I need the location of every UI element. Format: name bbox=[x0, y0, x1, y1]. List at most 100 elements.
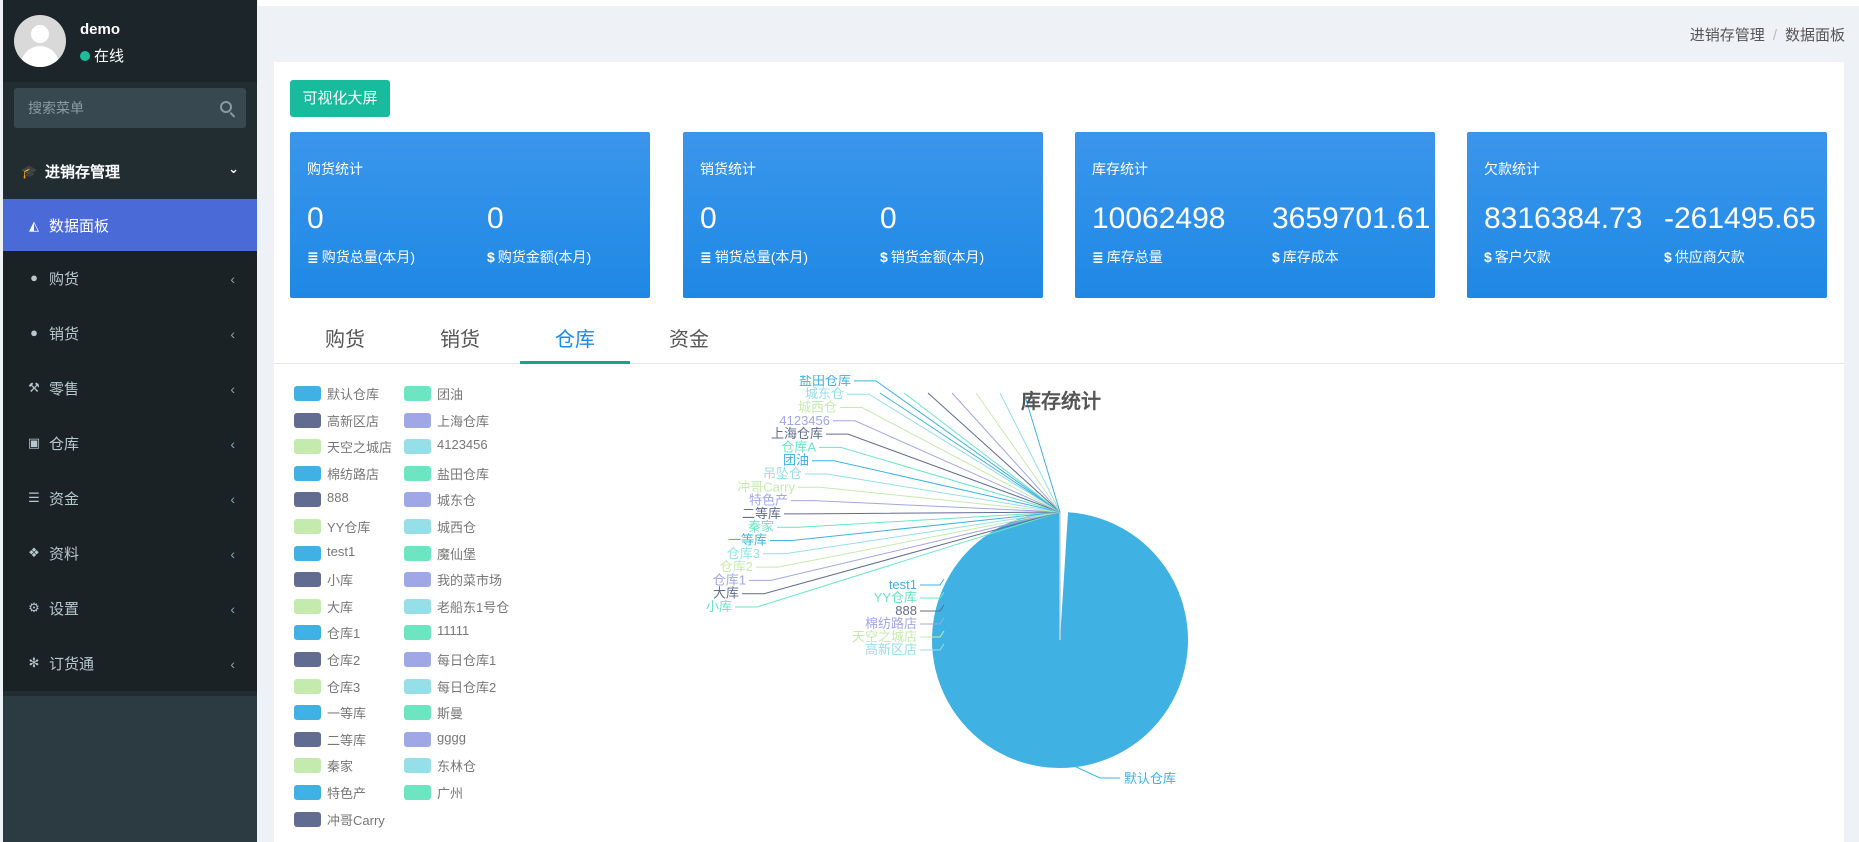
legend-label: test1 bbox=[327, 543, 356, 559]
legend-item[interactable]: 棉纺路店 bbox=[294, 462, 404, 482]
legend-item[interactable]: 斯曼 bbox=[404, 701, 514, 721]
sidebar-item-sales[interactable]: ● 销货 ‹ bbox=[3, 306, 257, 361]
legend-label: 高新区店 bbox=[327, 413, 380, 429]
legend-item[interactable]: 仓库3 bbox=[294, 675, 404, 695]
legend-swatch bbox=[294, 652, 321, 667]
legend-item[interactable]: 888 bbox=[294, 488, 404, 508]
legend-swatch bbox=[294, 811, 321, 827]
sidebar-item-funds[interactable]: ☰ 资金 ‹ bbox=[3, 471, 257, 526]
pie-label: 仓库A bbox=[781, 439, 816, 454]
tab-sales[interactable]: 销货 bbox=[405, 324, 515, 364]
gavel-icon: ⚒ bbox=[28, 380, 40, 395]
legend-label: gggg bbox=[437, 729, 466, 745]
menu-search bbox=[14, 88, 246, 128]
sidebar-item-label: 销货 bbox=[49, 326, 80, 343]
sidebar-item-ordering[interactable]: ✻ 订货通 ‹ bbox=[3, 636, 257, 691]
tab-funds[interactable]: 资金 bbox=[634, 324, 744, 364]
legend-item[interactable]: 仓库1 bbox=[294, 621, 404, 641]
legend-item[interactable]: 魔仙堡 bbox=[404, 542, 514, 562]
legend-item[interactable]: 每日仓库2 bbox=[404, 675, 514, 695]
menu-search-input[interactable] bbox=[14, 88, 204, 128]
legend-item[interactable]: 11111 bbox=[404, 621, 514, 641]
legend-label: 广州 bbox=[437, 786, 464, 801]
legend-item[interactable]: gggg bbox=[404, 728, 514, 748]
legend-item[interactable]: 老船东1号仓 bbox=[404, 595, 514, 615]
database-icon: ▣ bbox=[27, 435, 41, 450]
legend-label: 仓库1 bbox=[327, 626, 361, 642]
pie-label: 团油 bbox=[783, 453, 809, 468]
legend-item[interactable]: 东林仓 bbox=[404, 754, 514, 774]
legend-item[interactable]: 小库 bbox=[294, 568, 404, 588]
pie-label: 一等库 bbox=[728, 533, 767, 548]
legend-label: 东林仓 bbox=[437, 759, 477, 775]
legend-item[interactable]: 默认仓库 bbox=[294, 382, 404, 402]
sidebar-item-dashboard[interactable]: ◭ 数据面板 bbox=[3, 199, 257, 251]
legend-item[interactable]: test1 bbox=[294, 542, 404, 562]
legend-label: 团油 bbox=[437, 387, 464, 402]
legend-swatch bbox=[294, 731, 321, 747]
legend-swatch bbox=[294, 465, 321, 481]
legend-item[interactable]: 盐田仓库 bbox=[404, 462, 514, 482]
callout-line bbox=[1071, 764, 1120, 779]
legend-swatch bbox=[404, 625, 431, 641]
yelp-icon: ✻ bbox=[28, 655, 40, 670]
legend-item[interactable]: 二等库 bbox=[294, 728, 404, 748]
sidebar-item-label: 购货 bbox=[49, 271, 80, 288]
tab-purchase[interactable]: 购货 bbox=[290, 324, 400, 364]
callout-line bbox=[791, 500, 1061, 513]
legend-item[interactable]: 天空之城店 bbox=[294, 435, 404, 455]
sidebar-item-label: 订货通 bbox=[49, 656, 95, 673]
chevron-left-icon: ‹ bbox=[230, 381, 235, 397]
chevron-left-icon: ‹ bbox=[230, 546, 235, 562]
menu-group-label: 进销存管理 bbox=[45, 164, 121, 181]
legend-item[interactable]: 特色产 bbox=[294, 781, 404, 801]
visual-screen-button[interactable]: 可视化大屏 bbox=[290, 80, 390, 117]
legend-swatch bbox=[294, 598, 321, 614]
legend-label: 特色产 bbox=[327, 786, 367, 801]
legend-item[interactable]: 我的菜市场 bbox=[404, 568, 514, 588]
tab-warehouse[interactable]: 仓库 bbox=[520, 324, 630, 364]
legend-item[interactable]: 城西仓 bbox=[404, 515, 514, 535]
sidebar-item-purchase[interactable]: ● 购货 ‹ bbox=[3, 251, 257, 306]
callout-line bbox=[920, 578, 945, 586]
database-icon: ≣ bbox=[307, 249, 319, 265]
legend-item[interactable]: 城东仓 bbox=[404, 488, 514, 508]
legend-item[interactable]: 冲哥Carry bbox=[294, 808, 404, 828]
legend-item[interactable]: 一等库 bbox=[294, 701, 404, 721]
pie-label-default-warehouse: 默认仓库 bbox=[1124, 771, 1176, 786]
legend-swatch bbox=[404, 545, 431, 561]
legend-swatch bbox=[404, 705, 431, 721]
card-label: ≣ 购货总量(本月) bbox=[307, 249, 416, 265]
sidebar-item-settings[interactable]: ⚙ 设置 ‹ bbox=[3, 581, 257, 636]
sidebar-item-warehouse[interactable]: ▣ 仓库 ‹ bbox=[3, 416, 257, 471]
sidebar-menu: ◭ 数据面板 ● 购货 ‹ ● 销货 ‹ ⚒ 零售 ‹ ▣ 仓库 ‹ ☰ 资金 … bbox=[3, 199, 257, 691]
menu-group-header[interactable]: 🎓 进销存管理 ⌄ bbox=[3, 145, 257, 197]
search-icon[interactable] bbox=[220, 101, 232, 113]
user-panel: demo 在线 bbox=[3, 0, 257, 82]
pie-label: 小库 bbox=[706, 599, 732, 614]
legend-item[interactable]: YY仓库 bbox=[294, 515, 404, 535]
sidebar-item-data[interactable]: ❖ 资料 ‹ bbox=[3, 526, 257, 581]
debt-stats-card: 欠款统计 8316384.73 -261495.65 $ 客户欠款 $ 供应商欠款 bbox=[1467, 132, 1827, 298]
card-label: $ 销货金额(本月) bbox=[880, 249, 985, 265]
legend-item[interactable]: 4123456 bbox=[404, 435, 514, 455]
legend-item[interactable]: 团油 bbox=[404, 382, 514, 402]
legend-item[interactable]: 大库 bbox=[294, 595, 404, 615]
breadcrumb-parent[interactable]: 进销存管理 bbox=[1690, 27, 1765, 44]
legend-item[interactable]: 高新区店 bbox=[294, 409, 404, 429]
legend-item[interactable]: 上海仓库 bbox=[404, 409, 514, 429]
legend-label: 11111 bbox=[437, 623, 470, 639]
card-value: 0 bbox=[880, 202, 897, 235]
legend-item[interactable]: 每日仓库1 bbox=[404, 648, 514, 668]
legend-label: 默认仓库 bbox=[327, 387, 380, 402]
card-label: ≣ 销货总量(本月) bbox=[700, 249, 809, 265]
legend-label: 仓库2 bbox=[327, 653, 361, 668]
legend-label: 斯曼 bbox=[437, 706, 464, 722]
legend-item[interactable]: 广州 bbox=[404, 781, 514, 801]
sidebar-item-retail[interactable]: ⚒ 零售 ‹ bbox=[3, 361, 257, 416]
legend-item[interactable]: 仓库2 bbox=[294, 648, 404, 668]
legend-swatch bbox=[404, 652, 431, 667]
legend-item[interactable]: 秦家 bbox=[294, 754, 404, 774]
avatar[interactable] bbox=[14, 15, 66, 67]
inventory-pie-chart: 默认仓库 小库大库仓库1仓库2仓库3一等库秦家二等库特色产冲哥Carry吊坠仓团油… bbox=[706, 375, 1188, 786]
